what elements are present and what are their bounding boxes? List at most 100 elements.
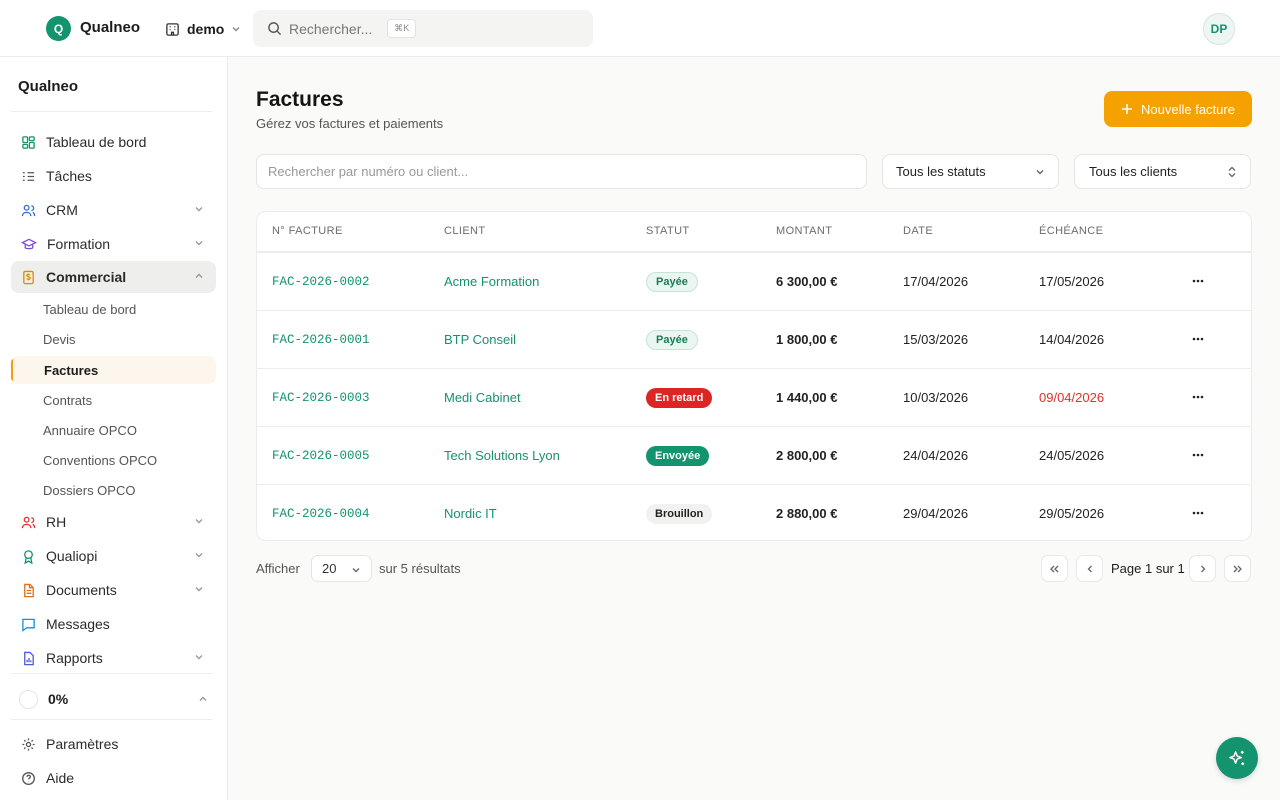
chevron-down-icon	[195, 207, 203, 212]
user-avatar[interactable]: DP	[1203, 13, 1235, 45]
sidebar-item-label: Commercial	[46, 269, 127, 285]
invoice-date: 29/04/2026	[903, 506, 969, 521]
chevron-up-icon	[195, 273, 203, 278]
row-actions-button[interactable]	[1187, 328, 1209, 350]
invoice-number[interactable]: FAC-2026-0004	[272, 507, 370, 521]
shortcut-hint: ⌘K	[387, 19, 417, 38]
due-date: 17/05/2026	[1039, 274, 1105, 289]
gear-icon	[22, 737, 35, 751]
sidebar-item-label: Tâches	[46, 168, 92, 184]
client-name[interactable]: Nordic IT	[444, 506, 497, 521]
table-row[interactable]: FAC-2026-0003 Medi Cabinet En retard 1 4…	[257, 368, 1251, 426]
sidebar-item-commercial[interactable]: Commercial	[11, 261, 216, 293]
ai-assistant-button[interactable]	[1216, 737, 1258, 779]
sidebar-sub-conventions-opco[interactable]: Conventions OPCO	[11, 446, 216, 474]
onboarding-progress[interactable]: 0%	[11, 684, 216, 714]
divider	[11, 673, 212, 674]
invoice-search-input[interactable]	[256, 154, 867, 189]
sidebar-sub-commercial-dashboard[interactable]: Tableau de bord	[11, 295, 216, 323]
due-date-overdue: 09/04/2026	[1039, 390, 1105, 405]
invoice-number[interactable]: FAC-2026-0003	[272, 391, 370, 405]
column-header-amount[interactable]: MONTANT	[776, 225, 832, 237]
progress-label: 0%	[48, 691, 69, 707]
progress-ring	[19, 689, 38, 709]
sidebar-item-rapports[interactable]: Rapports	[11, 642, 216, 674]
column-header-due[interactable]: ÉCHÉANCE	[1039, 225, 1103, 237]
sidebar-sub-devis[interactable]: Devis	[11, 325, 216, 353]
page-size-label: Afficher	[256, 561, 300, 576]
global-search[interactable]: Rechercher... ⌘K	[253, 10, 593, 47]
row-actions-button[interactable]	[1187, 444, 1209, 466]
sidebar-item-tasks[interactable]: Tâches	[11, 160, 216, 192]
help-icon	[22, 771, 35, 785]
previous-page-button[interactable]	[1076, 555, 1103, 582]
sidebar-item-rh[interactable]: RH	[11, 506, 216, 538]
client-name[interactable]: Medi Cabinet	[444, 390, 521, 405]
app-logo[interactable]: Q	[46, 16, 71, 41]
tasks-icon	[22, 171, 35, 181]
column-header-date[interactable]: DATE	[903, 225, 933, 237]
sidebar-sub-annuaire-opco[interactable]: Annuaire OPCO	[11, 416, 216, 444]
invoice-number[interactable]: FAC-2026-0005	[272, 449, 370, 463]
sidebar-item-formation[interactable]: Formation	[11, 228, 216, 260]
chevron-down-icon	[232, 27, 240, 32]
sidebar-sub-contrats[interactable]: Contrats	[11, 386, 216, 414]
chevron-down-icon	[195, 519, 203, 524]
row-actions-button[interactable]	[1187, 386, 1209, 408]
sidebar-item-label: Documents	[46, 582, 117, 598]
sidebar-item-messages[interactable]: Messages	[11, 608, 216, 640]
sidebar-item-help[interactable]: Aide	[11, 762, 216, 794]
users-icon	[21, 204, 36, 216]
first-page-button[interactable]	[1041, 555, 1068, 582]
sidebar-item-settings[interactable]: Paramètres	[11, 728, 216, 760]
more-horizontal-icon	[1192, 453, 1204, 457]
invoice-date: 10/03/2026	[903, 390, 969, 405]
due-date: 24/05/2026	[1039, 448, 1105, 463]
dollar-file-icon	[23, 270, 34, 284]
sidebar-item-crm[interactable]: CRM	[11, 194, 216, 226]
row-actions-button[interactable]	[1187, 270, 1209, 292]
sidebar-sub-dossiers-opco[interactable]: Dossiers OPCO	[11, 476, 216, 504]
column-header-client[interactable]: CLIENT	[444, 225, 486, 237]
invoices-table: N° FACTURE CLIENT STATUT MONTANT DATE ÉC…	[256, 211, 1252, 541]
client-filter[interactable]: Tous les clients	[1074, 154, 1251, 189]
chevrons-left-icon	[1050, 565, 1059, 572]
results-count: sur 5 résultats	[379, 561, 461, 576]
invoice-date: 15/03/2026	[903, 332, 969, 347]
sidebar-item-documents[interactable]: Documents	[11, 574, 216, 606]
chevron-down-icon	[195, 241, 203, 246]
invoice-number[interactable]: FAC-2026-0002	[272, 275, 370, 289]
app-name[interactable]: Qualneo	[80, 19, 140, 36]
page-size-select[interactable]: 20	[311, 555, 372, 582]
sidebar-item-qualiopi[interactable]: Qualiopi	[11, 540, 216, 572]
people-icon	[21, 516, 36, 528]
workspace-switcher[interactable]: demo	[165, 17, 241, 41]
due-date: 29/05/2026	[1039, 506, 1105, 521]
client-name[interactable]: Tech Solutions Lyon	[444, 448, 560, 463]
divider	[11, 111, 212, 112]
invoice-number[interactable]: FAC-2026-0001	[272, 333, 370, 347]
next-page-button[interactable]	[1189, 555, 1216, 582]
new-invoice-label: Nouvelle facture	[1141, 101, 1235, 117]
sidebar-item-label: Paramètres	[46, 736, 119, 752]
new-invoice-button[interactable]: Nouvelle facture	[1104, 91, 1252, 127]
table-row[interactable]: FAC-2026-0005 Tech Solutions Lyon Envoyé…	[257, 426, 1251, 484]
page-size-value: 20	[322, 561, 337, 576]
table-row[interactable]: FAC-2026-0001 BTP Conseil Payée 1 800,00…	[257, 310, 1251, 368]
column-header-number[interactable]: N° FACTURE	[272, 225, 343, 237]
row-actions-button[interactable]	[1187, 502, 1209, 524]
table-row[interactable]: FAC-2026-0002 Acme Formation Payée 6 300…	[257, 252, 1251, 310]
sidebar-item-dashboard[interactable]: Tableau de bord	[11, 126, 216, 158]
status-filter[interactable]: Tous les statuts	[882, 154, 1059, 189]
sidebar-sub-factures[interactable]: Factures	[11, 356, 216, 384]
client-name[interactable]: BTP Conseil	[444, 332, 516, 347]
document-icon	[24, 583, 34, 597]
column-header-status[interactable]: STATUT	[646, 225, 690, 237]
sidebar-item-label: CRM	[46, 202, 78, 218]
table-row[interactable]: FAC-2026-0004 Nordic IT Brouillon 2 880,…	[257, 484, 1251, 540]
chevron-down-icon	[1036, 170, 1044, 175]
last-page-button[interactable]	[1224, 555, 1251, 582]
sidebar-item-label: Tableau de bord	[46, 134, 147, 150]
client-name[interactable]: Acme Formation	[444, 274, 539, 289]
status-badge: Payée	[646, 272, 698, 292]
